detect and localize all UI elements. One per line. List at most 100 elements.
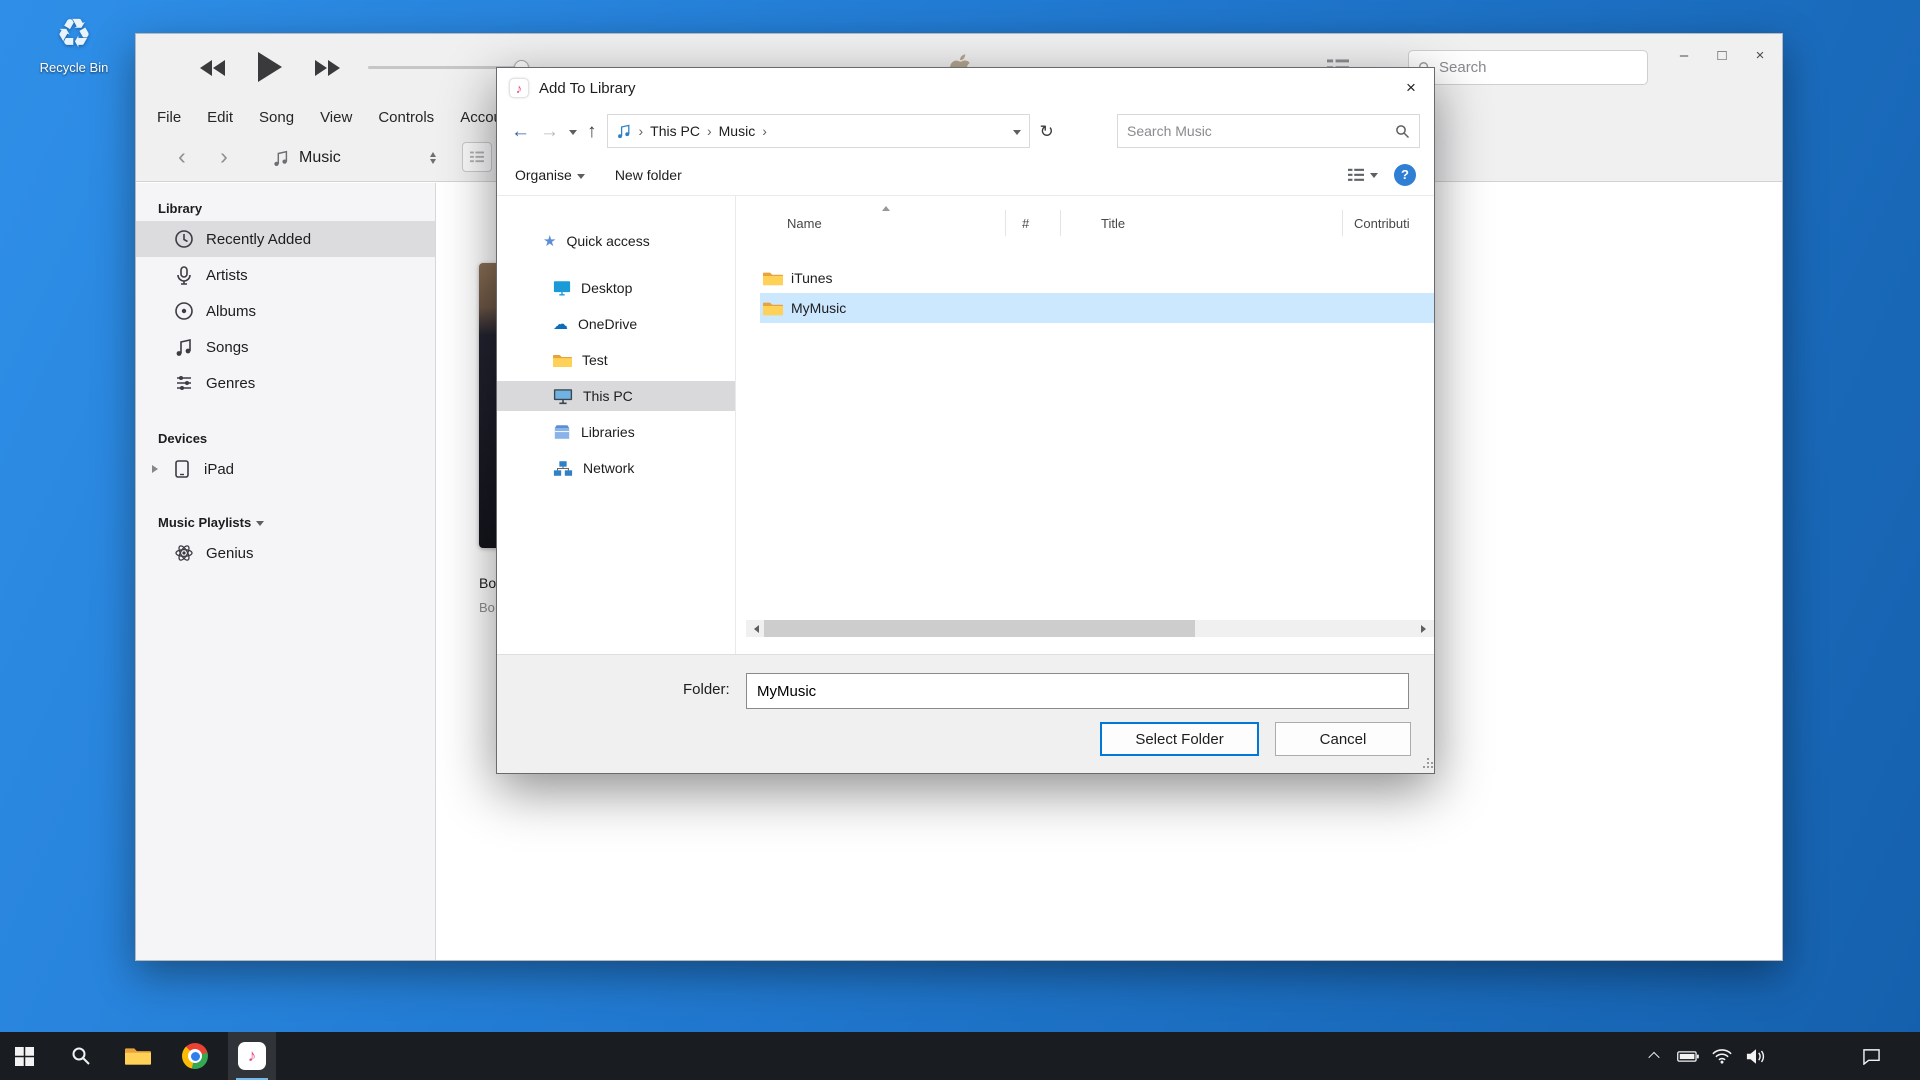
address-bar[interactable]: › This PC › Music › bbox=[607, 114, 1030, 148]
sidebar-item-albums[interactable]: Albums bbox=[136, 293, 435, 329]
column-divider[interactable] bbox=[1342, 210, 1343, 236]
devices-header: Devices bbox=[136, 425, 435, 451]
nav-item-this-pc[interactable]: This PC bbox=[497, 381, 735, 411]
media-kind-selector[interactable]: Music bbox=[270, 141, 442, 174]
nav-item-onedrive[interactable]: ☁ OneDrive bbox=[497, 309, 735, 339]
sidebar-item-artists[interactable]: Artists bbox=[136, 257, 435, 293]
file-row-mymusic[interactable]: MyMusic bbox=[760, 293, 1434, 323]
start-button[interactable] bbox=[0, 1032, 48, 1080]
up-arrow-icon[interactable]: ↑ bbox=[587, 122, 597, 141]
sliders-icon bbox=[174, 373, 194, 393]
minimize-button[interactable]: – bbox=[1667, 42, 1701, 68]
taskbar: ♪ bbox=[0, 1032, 1920, 1080]
nav-item-libraries[interactable]: Libraries bbox=[497, 417, 735, 447]
new-folder-button[interactable]: New folder bbox=[615, 167, 682, 183]
forward-button-icon[interactable] bbox=[314, 60, 340, 76]
menu-controls[interactable]: Controls bbox=[365, 109, 447, 126]
dialog-close-button[interactable]: × bbox=[1388, 68, 1434, 108]
maximize-button[interactable]: □ bbox=[1705, 42, 1739, 68]
column-divider[interactable] bbox=[1005, 210, 1006, 236]
select-folder-button[interactable]: Select Folder bbox=[1100, 722, 1259, 756]
sidebar-item-ipad[interactable]: iPad bbox=[136, 451, 435, 487]
taskbar-itunes[interactable]: ♪ bbox=[228, 1032, 276, 1080]
recent-locations-chevron-icon[interactable] bbox=[569, 130, 577, 139]
menu-view[interactable]: View bbox=[307, 109, 365, 126]
battery-indicator[interactable] bbox=[1671, 1032, 1705, 1080]
dialog-search-box[interactable] bbox=[1117, 114, 1420, 148]
recycle-bin-label: Recycle Bin bbox=[26, 60, 122, 75]
folder-label: Folder: bbox=[683, 681, 730, 698]
scroll-left-arrow[interactable] bbox=[746, 620, 763, 637]
wifi-icon bbox=[1712, 1049, 1732, 1064]
cancel-button[interactable]: Cancel bbox=[1275, 722, 1411, 756]
resize-grip[interactable] bbox=[1427, 758, 1429, 760]
sidebar-item-songs[interactable]: Songs bbox=[136, 329, 435, 365]
chevron-down-icon[interactable] bbox=[256, 521, 264, 530]
close-button[interactable]: × bbox=[1743, 42, 1777, 68]
file-row-itunes[interactable]: iTunes bbox=[760, 263, 1434, 293]
breadcrumb-this-pc[interactable]: This PC bbox=[650, 123, 700, 139]
recycle-bin[interactable]: ♻ Recycle Bin bbox=[26, 12, 122, 75]
album-artist[interactable]: Bo bbox=[479, 600, 495, 615]
taskbar-chrome[interactable] bbox=[171, 1032, 219, 1080]
scrollbar-thumb[interactable] bbox=[764, 620, 1195, 637]
view-toggle-button[interactable] bbox=[462, 142, 492, 172]
sidebar-item-genius[interactable]: Genius bbox=[136, 535, 435, 571]
itunes-search-box[interactable] bbox=[1408, 50, 1648, 85]
menu-file[interactable]: File bbox=[144, 109, 194, 126]
back-arrow-icon[interactable]: ← bbox=[511, 122, 530, 141]
network-indicator[interactable] bbox=[1705, 1032, 1739, 1080]
help-button[interactable]: ? bbox=[1394, 164, 1416, 186]
list-view-icon bbox=[1347, 167, 1365, 183]
nav-item-network[interactable]: Network bbox=[497, 453, 735, 483]
column-header-name[interactable]: Name bbox=[787, 216, 822, 231]
folder-icon bbox=[763, 271, 783, 286]
back-nav-button[interactable]: ‹ bbox=[167, 141, 197, 173]
taskbar-file-explorer[interactable] bbox=[114, 1032, 162, 1080]
forward-nav-button[interactable]: › bbox=[209, 141, 239, 173]
selector-chevrons-icon bbox=[430, 149, 436, 167]
menu-edit[interactable]: Edit bbox=[194, 109, 246, 126]
column-header-contributing[interactable]: Contributi bbox=[1354, 216, 1410, 231]
nav-item-label: Quick access bbox=[566, 233, 649, 249]
itunes-search-input[interactable] bbox=[1439, 59, 1638, 76]
organise-menu-button[interactable]: Organise bbox=[515, 167, 585, 183]
chrome-icon bbox=[182, 1043, 208, 1069]
sidebar-item-genres[interactable]: Genres bbox=[136, 365, 435, 401]
nav-item-quick-access[interactable]: ★ Quick access bbox=[497, 226, 735, 256]
folder-name-input[interactable] bbox=[746, 673, 1409, 709]
views-button[interactable] bbox=[1347, 167, 1378, 183]
play-button-icon[interactable] bbox=[258, 52, 282, 82]
action-center-button[interactable] bbox=[1854, 1032, 1888, 1080]
tray-expand-button[interactable] bbox=[1637, 1032, 1671, 1080]
sidebar-item-recently-added[interactable]: Recently Added bbox=[136, 221, 435, 257]
disclosure-arrow-icon[interactable] bbox=[152, 465, 162, 473]
volume-indicator[interactable] bbox=[1739, 1032, 1773, 1080]
folder-icon bbox=[125, 1046, 151, 1066]
microphone-icon bbox=[174, 265, 194, 285]
folder-icon bbox=[553, 353, 572, 368]
forward-arrow-icon[interactable]: → bbox=[540, 122, 559, 141]
horizontal-scrollbar[interactable] bbox=[746, 620, 1434, 637]
dialog-search-input[interactable] bbox=[1127, 123, 1395, 139]
nav-item-test[interactable]: Test bbox=[497, 345, 735, 375]
breadcrumb-music[interactable]: Music bbox=[719, 123, 756, 139]
dialog-titlebar[interactable]: ♪ Add To Library bbox=[497, 68, 1434, 108]
nav-item-desktop[interactable]: Desktop bbox=[497, 273, 735, 303]
breadcrumb-separator: › bbox=[639, 123, 644, 139]
column-header-number[interactable]: # bbox=[1022, 216, 1029, 231]
column-header-title[interactable]: Title bbox=[1101, 216, 1125, 231]
menu-song[interactable]: Song bbox=[246, 109, 307, 126]
dialog-nav-pane: ★ Quick access Desktop ☁ OneDrive Test bbox=[497, 196, 736, 654]
column-divider[interactable] bbox=[1060, 210, 1061, 236]
album-title[interactable]: Bo bbox=[479, 575, 496, 591]
taskbar-search-button[interactable] bbox=[57, 1032, 105, 1080]
sidebar-item-label: Songs bbox=[206, 339, 249, 356]
refresh-icon[interactable]: ↻ bbox=[1040, 123, 1054, 140]
rewind-button-icon[interactable] bbox=[200, 60, 226, 76]
organise-label: Organise bbox=[515, 167, 572, 183]
chevron-down-icon bbox=[577, 174, 585, 183]
dialog-file-pane: Name # Title Contributi iTunes MyMusic bbox=[736, 196, 1434, 654]
scroll-right-arrow[interactable] bbox=[1417, 620, 1434, 637]
address-dropdown-chevron-icon[interactable] bbox=[1013, 130, 1021, 139]
